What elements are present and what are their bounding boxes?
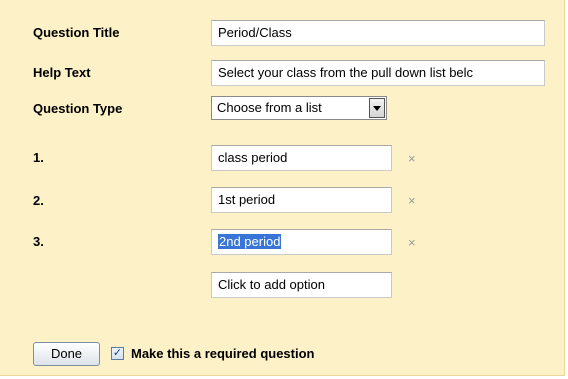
question-title-input[interactable]: Period/Class [211, 20, 545, 46]
option-input-1[interactable]: class period [211, 145, 392, 171]
question-title-label: Question Title [33, 25, 120, 40]
question-type-select[interactable]: Choose from a list [211, 96, 387, 120]
required-question-label[interactable]: Make this a required question [131, 346, 315, 361]
remove-option-1-icon[interactable]: × [408, 152, 416, 166]
add-option-input[interactable]: Click to add option [211, 272, 392, 298]
option-input-3[interactable]: 2nd period [211, 229, 392, 255]
remove-option-3-icon[interactable]: × [408, 236, 416, 250]
option-number-1: 1. [33, 150, 44, 165]
remove-option-2-icon[interactable]: × [408, 194, 416, 208]
option-input-2[interactable]: 1st period [211, 187, 392, 213]
question-type-selected-value: Choose from a list [217, 100, 322, 115]
option-value-3-selected-text: 2nd period [218, 234, 282, 249]
option-number-3: 3. [33, 234, 44, 249]
option-value-2: 1st period [218, 192, 276, 207]
option-number-2: 2. [33, 193, 44, 208]
done-button[interactable]: Done [33, 342, 100, 366]
question-edit-panel: Question Title Period/Class Help Text Se… [0, 0, 565, 376]
help-text-input[interactable]: Select your class from the pull down lis… [211, 60, 545, 86]
required-checkbox[interactable]: ✓ [111, 347, 124, 360]
help-text-label: Help Text [33, 65, 91, 80]
dropdown-arrow-icon[interactable] [369, 98, 385, 118]
question-type-label: Question Type [33, 101, 123, 116]
option-value-1: class period [218, 150, 288, 165]
